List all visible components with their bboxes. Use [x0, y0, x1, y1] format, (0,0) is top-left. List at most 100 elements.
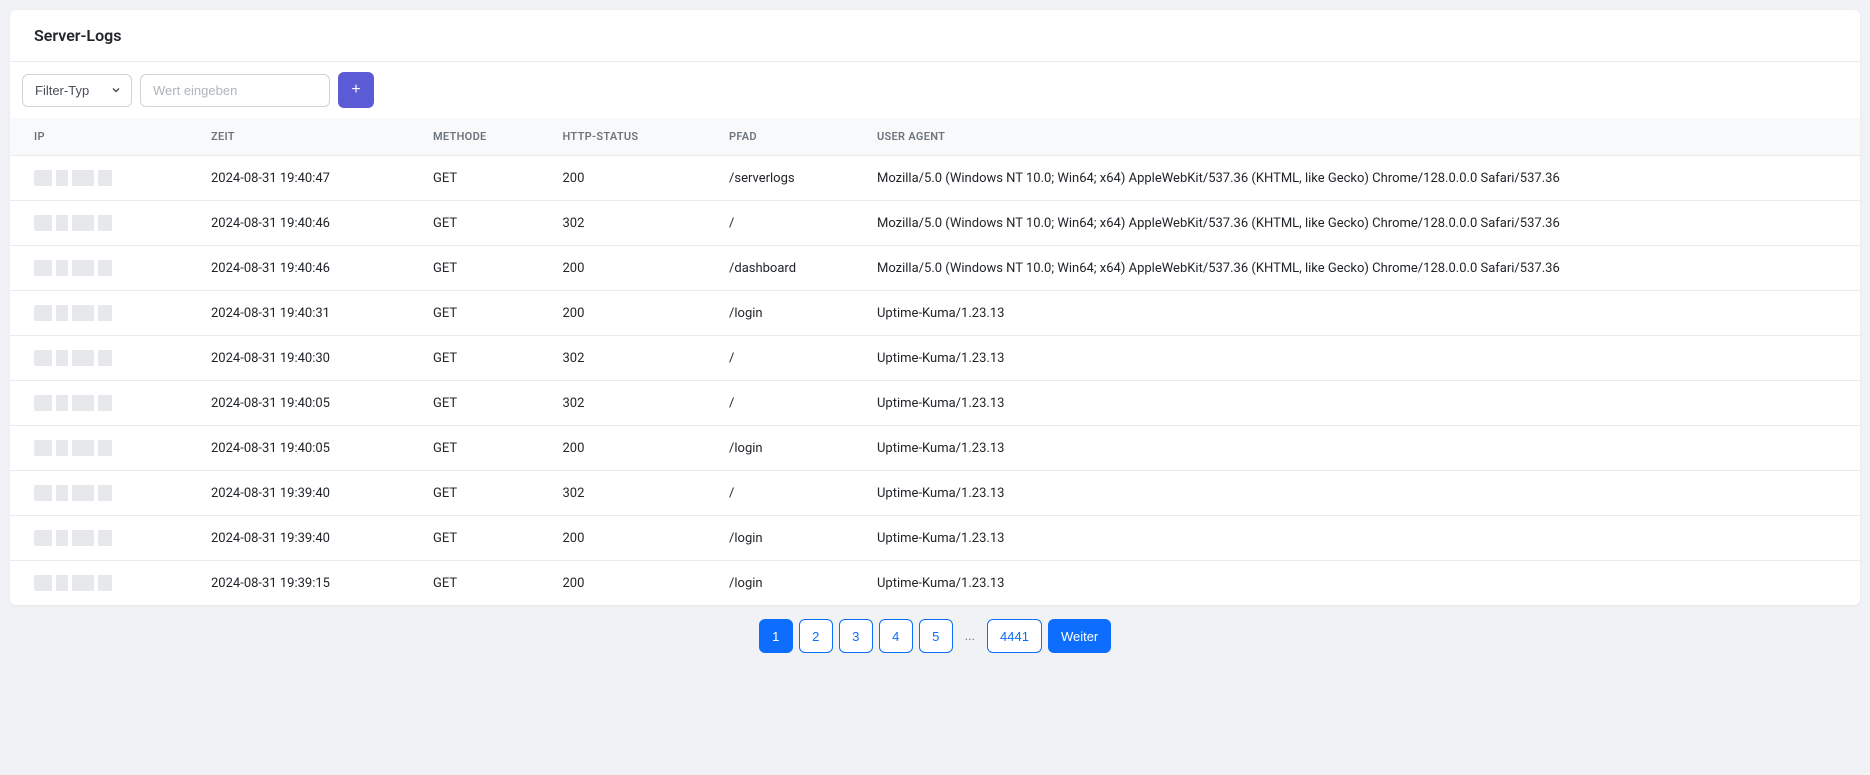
- col-ip: IP: [10, 118, 195, 156]
- table-row: 2024-08-31 19:39:15GET200/loginUptime-Ku…: [10, 561, 1860, 606]
- ip-redacted: [34, 170, 116, 186]
- cell-ip: [10, 201, 195, 246]
- cell-zeit: 2024-08-31 19:40:05: [195, 426, 417, 471]
- cell-method: GET: [417, 516, 547, 561]
- cell-method: GET: [417, 561, 547, 606]
- pagination: 12345... 4441Weiter: [10, 605, 1860, 661]
- col-zeit: ZEIT: [195, 118, 417, 156]
- filter-bar: Filter-Typ +: [10, 62, 1860, 118]
- cell-status: 200: [547, 426, 714, 471]
- cell-status: 200: [547, 291, 714, 336]
- cell-status: 200: [547, 561, 714, 606]
- cell-pfad: /: [713, 381, 861, 426]
- cell-ua: Mozilla/5.0 (Windows NT 10.0; Win64; x64…: [861, 246, 1860, 291]
- cell-pfad: /dashboard: [713, 246, 861, 291]
- cell-zeit: 2024-08-31 19:40:47: [195, 156, 417, 201]
- cell-ip: [10, 516, 195, 561]
- cell-zeit: 2024-08-31 19:40:05: [195, 381, 417, 426]
- cell-method: GET: [417, 291, 547, 336]
- cell-ip: [10, 336, 195, 381]
- page-button-1[interactable]: 1: [759, 619, 793, 653]
- cell-zeit: 2024-08-31 19:40:31: [195, 291, 417, 336]
- table-header-row: IP ZEIT METHODE HTTP-STATUS PFAD USER AG…: [10, 118, 1860, 156]
- cell-method: GET: [417, 471, 547, 516]
- cell-ip: [10, 381, 195, 426]
- page-button-last[interactable]: 4441: [987, 619, 1042, 653]
- cell-zeit: 2024-08-31 19:39:40: [195, 471, 417, 516]
- cell-ip: [10, 291, 195, 336]
- col-methode: METHODE: [417, 118, 547, 156]
- cell-zeit: 2024-08-31 19:39:15: [195, 561, 417, 606]
- table-row: 2024-08-31 19:40:46GET302/Mozilla/5.0 (W…: [10, 201, 1860, 246]
- cell-status: 200: [547, 156, 714, 201]
- ip-redacted: [34, 530, 116, 546]
- cell-zeit: 2024-08-31 19:40:46: [195, 246, 417, 291]
- cell-ip: [10, 246, 195, 291]
- table-row: 2024-08-31 19:40:31GET200/loginUptime-Ku…: [10, 291, 1860, 336]
- cell-method: GET: [417, 201, 547, 246]
- server-logs-card: Server-Logs Filter-Typ + IP ZEIT M: [10, 10, 1860, 605]
- table-row: 2024-08-31 19:39:40GET302/Uptime-Kuma/1.…: [10, 471, 1860, 516]
- ip-redacted: [34, 440, 116, 456]
- table-row: 2024-08-31 19:40:46GET200/dashboardMozil…: [10, 246, 1860, 291]
- filter-type-wrap: Filter-Typ: [22, 74, 132, 107]
- cell-method: GET: [417, 246, 547, 291]
- cell-zeit: 2024-08-31 19:40:46: [195, 201, 417, 246]
- cell-method: GET: [417, 156, 547, 201]
- table-row: 2024-08-31 19:40:05GET200/loginUptime-Ku…: [10, 426, 1860, 471]
- card-header: Server-Logs: [10, 10, 1860, 62]
- cell-ua: Uptime-Kuma/1.23.13: [861, 426, 1860, 471]
- cell-status: 302: [547, 471, 714, 516]
- cell-ip: [10, 561, 195, 606]
- cell-pfad: /: [713, 201, 861, 246]
- cell-ip: [10, 156, 195, 201]
- cell-status: 200: [547, 516, 714, 561]
- page-next-button[interactable]: Weiter: [1048, 619, 1111, 653]
- cell-pfad: /login: [713, 516, 861, 561]
- cell-method: GET: [417, 426, 547, 471]
- table-row: 2024-08-31 19:39:40GET200/loginUptime-Ku…: [10, 516, 1860, 561]
- table-row: 2024-08-31 19:40:05GET302/Uptime-Kuma/1.…: [10, 381, 1860, 426]
- cell-method: GET: [417, 381, 547, 426]
- cell-zeit: 2024-08-31 19:40:30: [195, 336, 417, 381]
- ip-redacted: [34, 305, 116, 321]
- page-button-4[interactable]: 4: [879, 619, 913, 653]
- filter-type-select[interactable]: Filter-Typ: [22, 74, 132, 107]
- table-row: 2024-08-31 19:40:47GET200/serverlogsMozi…: [10, 156, 1860, 201]
- ip-redacted: [34, 350, 116, 366]
- cell-ua: Mozilla/5.0 (Windows NT 10.0; Win64; x64…: [861, 156, 1860, 201]
- ip-redacted: [34, 575, 116, 591]
- table-row: 2024-08-31 19:40:30GET302/Uptime-Kuma/1.…: [10, 336, 1860, 381]
- cell-pfad: /login: [713, 426, 861, 471]
- cell-ua: Uptime-Kuma/1.23.13: [861, 381, 1860, 426]
- page-title: Server-Logs: [34, 26, 1836, 45]
- cell-status: 302: [547, 381, 714, 426]
- cell-ua: Uptime-Kuma/1.23.13: [861, 471, 1860, 516]
- cell-status: 302: [547, 201, 714, 246]
- filter-value-input[interactable]: [140, 74, 330, 107]
- ip-redacted: [34, 485, 116, 501]
- page-button-3[interactable]: 3: [839, 619, 873, 653]
- cell-ua: Uptime-Kuma/1.23.13: [861, 516, 1860, 561]
- cell-ua: Mozilla/5.0 (Windows NT 10.0; Win64; x64…: [861, 201, 1860, 246]
- cell-ua: Uptime-Kuma/1.23.13: [861, 291, 1860, 336]
- cell-ua: Uptime-Kuma/1.23.13: [861, 561, 1860, 606]
- add-filter-button[interactable]: +: [338, 72, 374, 108]
- ip-redacted: [34, 260, 116, 276]
- page-button-5[interactable]: 5: [919, 619, 953, 653]
- page-ellipsis: ...: [959, 629, 981, 644]
- cell-pfad: /: [713, 471, 861, 516]
- cell-pfad: /login: [713, 291, 861, 336]
- ip-redacted: [34, 395, 116, 411]
- logs-table: IP ZEIT METHODE HTTP-STATUS PFAD USER AG…: [10, 118, 1860, 605]
- col-pfad: PFAD: [713, 118, 861, 156]
- cell-ip: [10, 426, 195, 471]
- cell-ip: [10, 471, 195, 516]
- cell-ua: Uptime-Kuma/1.23.13: [861, 336, 1860, 381]
- col-status: HTTP-STATUS: [547, 118, 714, 156]
- cell-status: 200: [547, 246, 714, 291]
- page-button-2[interactable]: 2: [799, 619, 833, 653]
- col-ua: USER AGENT: [861, 118, 1860, 156]
- cell-pfad: /serverlogs: [713, 156, 861, 201]
- cell-status: 302: [547, 336, 714, 381]
